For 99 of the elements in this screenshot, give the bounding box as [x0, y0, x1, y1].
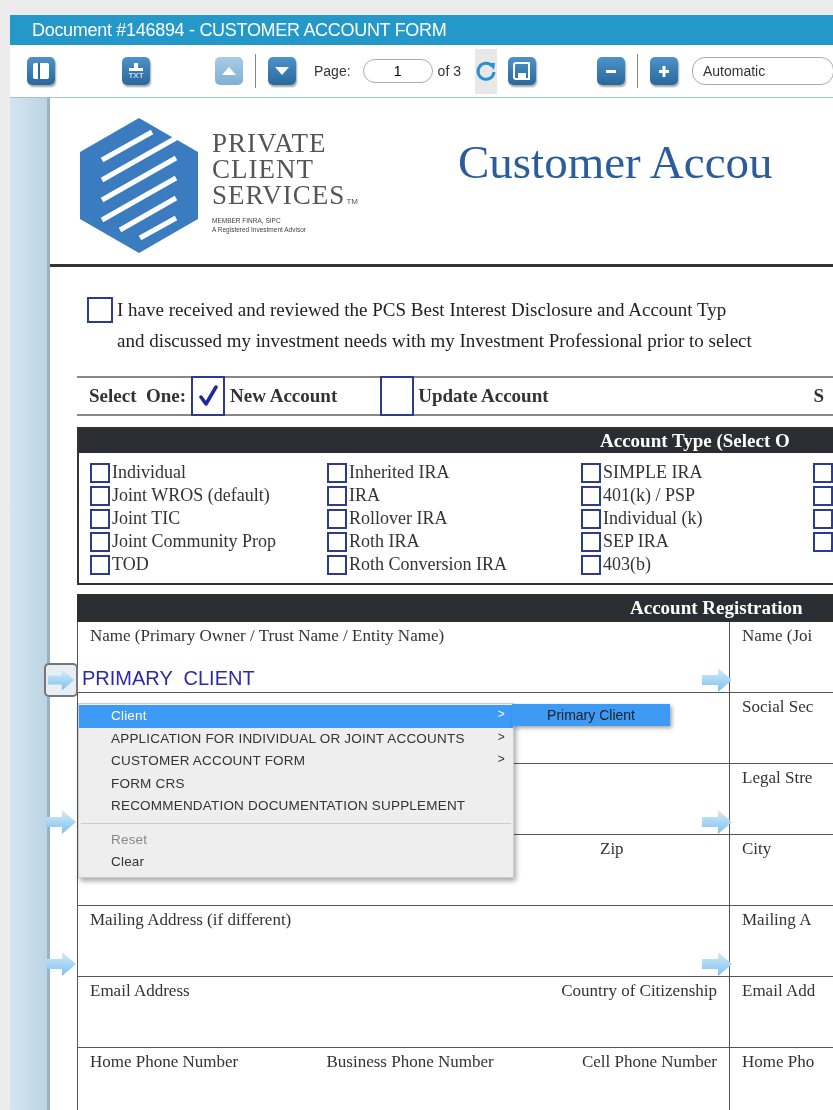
submenu-mark: >	[497, 728, 505, 746]
option-label: S	[813, 385, 825, 407]
checkbox-label: Inherited IRA	[349, 462, 450, 483]
checkbox[interactable]	[581, 462, 601, 483]
arrow-icon[interactable]	[44, 807, 78, 837]
checkbox[interactable]	[813, 485, 833, 506]
menu-item[interactable]: Clear	[79, 851, 513, 874]
submenu-mark: >	[497, 751, 505, 768]
section-header: Account Registration	[77, 594, 833, 622]
field-label: Cell Phone Number	[581, 1052, 717, 1072]
checkbox[interactable]	[581, 554, 601, 575]
disclosure-text: I have received and reviewed the PCS Best Interest Disclosure and Account Typ and discussed my investment needs with my Investment Professional prior to select	[117, 298, 752, 353]
text-export-button[interactable]: TXT	[122, 57, 150, 85]
brand-name-line: PRIVATE	[212, 130, 328, 156]
menu-item[interactable]: APPLICATION FOR INDIVIDUAL OR JOINT ACCOUNTS >	[79, 727, 513, 750]
checkbox-label: Joint WROS (default)	[112, 485, 270, 506]
checkbox[interactable]	[813, 508, 833, 529]
checkbox[interactable]	[90, 508, 110, 529]
checkbox[interactable]	[90, 554, 110, 575]
refresh-icon	[474, 60, 497, 82]
txt-label: TXT	[128, 71, 144, 80]
checkbox[interactable]	[813, 462, 833, 483]
save-icon	[512, 62, 531, 80]
page-number-field[interactable]: 1	[362, 59, 433, 83]
checkbox[interactable]	[581, 485, 601, 506]
minus-icon	[605, 69, 616, 73]
field-label: Country of Citizenship	[561, 981, 717, 1001]
checkbox[interactable]	[813, 531, 833, 552]
brand-name-line: CLIENT	[212, 156, 315, 182]
field-label: Zip	[600, 839, 624, 859]
menu-item[interactable]: CUSTOMER ACCOUNT FORM >	[79, 750, 513, 773]
checkbox-label: Individual (k)	[603, 508, 703, 529]
field-label: Email Address	[90, 981, 190, 1001]
stamp-icon	[127, 62, 145, 72]
field-label: Legal Stre	[741, 767, 813, 789]
checkbox[interactable]	[90, 485, 110, 506]
zoom-out-button[interactable]	[596, 57, 625, 85]
field-label: Name (Primary Owner / Trust Name / Entity Name)	[90, 626, 445, 646]
checkbox-label: Roth IRA	[349, 531, 420, 552]
field-label: Email Add	[741, 980, 816, 1002]
zoom-in-button[interactable]	[649, 57, 678, 85]
menu-item[interactable]: FORM CRS	[79, 772, 513, 795]
page-label: Page:	[314, 63, 351, 79]
checkbox[interactable]	[191, 376, 226, 416]
field-label: Business Phone Number	[326, 1052, 494, 1072]
arrow-icon[interactable]	[44, 949, 78, 979]
sidebar-toggle-button[interactable]	[27, 57, 55, 85]
sidebar-icon	[32, 62, 50, 80]
submenu-item[interactable]: Primary Client	[512, 704, 670, 726]
checkbox[interactable]	[90, 531, 110, 552]
field-label: Mailing A	[741, 909, 812, 931]
checkbox-label: 401(k) / PSP	[603, 485, 696, 506]
trademark-mark: TM	[346, 197, 358, 206]
checkbox[interactable]	[87, 297, 113, 323]
menu-item[interactable]: RECOMMENDATION DOCUMENTATION SUPPLEMENT	[79, 795, 513, 818]
checkbox[interactable]	[327, 508, 347, 529]
option-label: New Account	[230, 385, 338, 407]
select-one-label: Select One:	[89, 385, 187, 407]
checkbox[interactable]	[327, 462, 347, 483]
next-page-button[interactable]	[268, 57, 296, 85]
checkbox[interactable]	[380, 376, 415, 416]
check-icon	[198, 385, 219, 407]
field-label: Name (Joi	[741, 625, 813, 647]
checkbox-label: SEP IRA	[603, 531, 669, 552]
checkbox-label: SIMPLE IRA	[603, 462, 703, 483]
checkbox[interactable]	[90, 462, 110, 483]
save-button[interactable]	[507, 57, 536, 85]
checkbox[interactable]	[327, 531, 347, 552]
checkbox-label: Joint TIC	[112, 508, 181, 529]
page-count: of 3	[437, 63, 461, 79]
field-label: Home Phone Number	[90, 1052, 239, 1072]
form-heading: Customer Accou	[457, 135, 773, 190]
checkbox[interactable]	[327, 554, 347, 575]
section-header: Account Type (Select O	[79, 429, 833, 453]
checkbox[interactable]	[581, 531, 601, 552]
checkbox-label: IRA	[349, 485, 380, 506]
checkbox-label: Roth Conversion IRA	[349, 554, 507, 575]
checkbox-label: Joint Community Prop	[112, 531, 277, 552]
arrow-icon[interactable]	[700, 665, 734, 695]
option-label: Update Account	[418, 385, 549, 407]
arrow-icon[interactable]	[700, 949, 734, 979]
logo-icon	[80, 118, 198, 253]
checkbox-label: 403(b)	[603, 554, 651, 575]
arrow-icon[interactable]	[700, 807, 734, 837]
fill-arrow-button[interactable]	[44, 663, 78, 697]
refresh-button[interactable]	[474, 48, 497, 94]
field-label: Social Sec	[741, 696, 814, 718]
checkbox[interactable]	[581, 508, 601, 529]
field-label: Mailing Address (if different)	[90, 910, 292, 930]
field-label: City	[741, 838, 772, 860]
checkbox-label: Rollover IRA	[349, 508, 448, 529]
brand-name-line: SERVICES	[212, 182, 346, 208]
field-label: Home Pho	[741, 1051, 815, 1073]
field-value: PRIMARY CLIENT	[82, 667, 255, 690]
window-title: Document #146894 - CUSTOMER ACCOUNT FORM	[10, 15, 833, 45]
checkbox-label: Individual	[112, 462, 186, 483]
submenu-mark: >	[497, 706, 505, 723]
checkbox[interactable]	[327, 485, 347, 506]
checkbox-label: TOD	[112, 554, 149, 575]
